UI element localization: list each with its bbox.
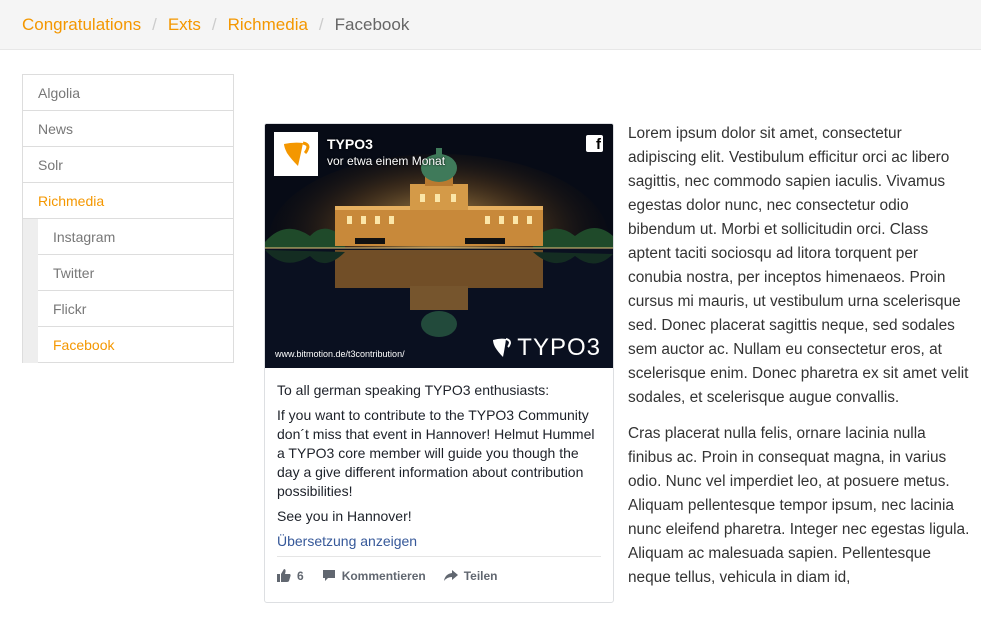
- typo3-logo-icon: [284, 141, 310, 166]
- breadcrumb: Congratulations / Exts / Richmedia / Fac…: [0, 0, 981, 50]
- sidebar-item-algolia[interactable]: Algolia: [23, 75, 233, 111]
- typo3-brand-icon: [493, 338, 512, 357]
- facebook-icon[interactable]: f: [586, 135, 603, 152]
- like-count: 6: [297, 568, 304, 583]
- sidebar-subitem-instagram[interactable]: Instagram: [38, 219, 233, 255]
- post-actions: 6 Kommentieren Teilen: [277, 556, 601, 594]
- comment-button[interactable]: Kommentieren: [322, 569, 426, 583]
- breadcrumb-link-exts[interactable]: Exts: [168, 15, 201, 35]
- breadcrumb-current: Facebook: [334, 14, 410, 34]
- share-icon: [443, 569, 458, 581]
- sidebar-subitem-twitter[interactable]: Twitter: [38, 255, 233, 291]
- post-paragraph: To all german speaking TYPO3 enthusiasts…: [277, 382, 550, 398]
- breadcrumb-link-richmedia[interactable]: Richmedia: [228, 15, 308, 35]
- like-button[interactable]: 6: [277, 569, 304, 583]
- breadcrumb-separator: /: [211, 14, 217, 34]
- post-paragraph: See you in Hannover!: [277, 508, 412, 524]
- content-paragraph: Lorem ipsum dolor sit amet, consectetur …: [628, 125, 969, 406]
- post-page-name[interactable]: TYPO3: [327, 136, 373, 152]
- sidebar-item-richmedia[interactable]: Richmedia: [23, 183, 233, 219]
- translate-link[interactable]: Übersetzung anzeigen: [277, 532, 601, 551]
- post-paragraph: If you want to contribute to the TYPO3 C…: [277, 407, 595, 499]
- facebook-post-card: TYPO3 vor etwa einem Monat f www.bitmoti…: [264, 123, 614, 603]
- sidebar-subitem-facebook[interactable]: Facebook: [38, 327, 233, 363]
- post-body: To all german speaking TYPO3 enthusiasts…: [265, 368, 613, 551]
- post-timestamp[interactable]: vor etwa einem Monat: [327, 154, 445, 168]
- comment-icon: [322, 570, 335, 581]
- sidebar-nav: Algolia News Solr Richmedia Instagram Tw…: [22, 74, 234, 363]
- image-overlay-brand: TYPO3: [491, 334, 601, 362]
- sidebar-item-solr[interactable]: Solr: [23, 147, 233, 183]
- sidebar-subitem-flickr[interactable]: Flickr: [38, 291, 233, 327]
- sidebar-submenu: Instagram Twitter Flickr Facebook: [23, 219, 233, 363]
- image-overlay-url: www.bitmotion.de/t3contribution/: [275, 349, 405, 359]
- image-overlay-brand-text: TYPO3: [517, 334, 601, 361]
- breadcrumb-separator: /: [152, 14, 157, 34]
- breadcrumb-link-congratulations[interactable]: Congratulations: [22, 15, 141, 35]
- breadcrumb-separator: /: [318, 14, 324, 34]
- thumbs-up-icon: [277, 569, 291, 582]
- share-label: Teilen: [463, 568, 498, 583]
- share-button[interactable]: Teilen: [443, 568, 498, 583]
- post-image[interactable]: TYPO3 vor etwa einem Monat f www.bitmoti…: [265, 124, 613, 368]
- typo3-logo: [274, 132, 318, 176]
- sidebar-item-news[interactable]: News: [23, 111, 233, 147]
- comment-label: Kommentieren: [341, 568, 426, 583]
- content-paragraph: Cras placerat nulla felis, ornare lacini…: [628, 425, 970, 586]
- main-content: Lorem ipsum dolor sit amet, consectetur …: [628, 122, 971, 602]
